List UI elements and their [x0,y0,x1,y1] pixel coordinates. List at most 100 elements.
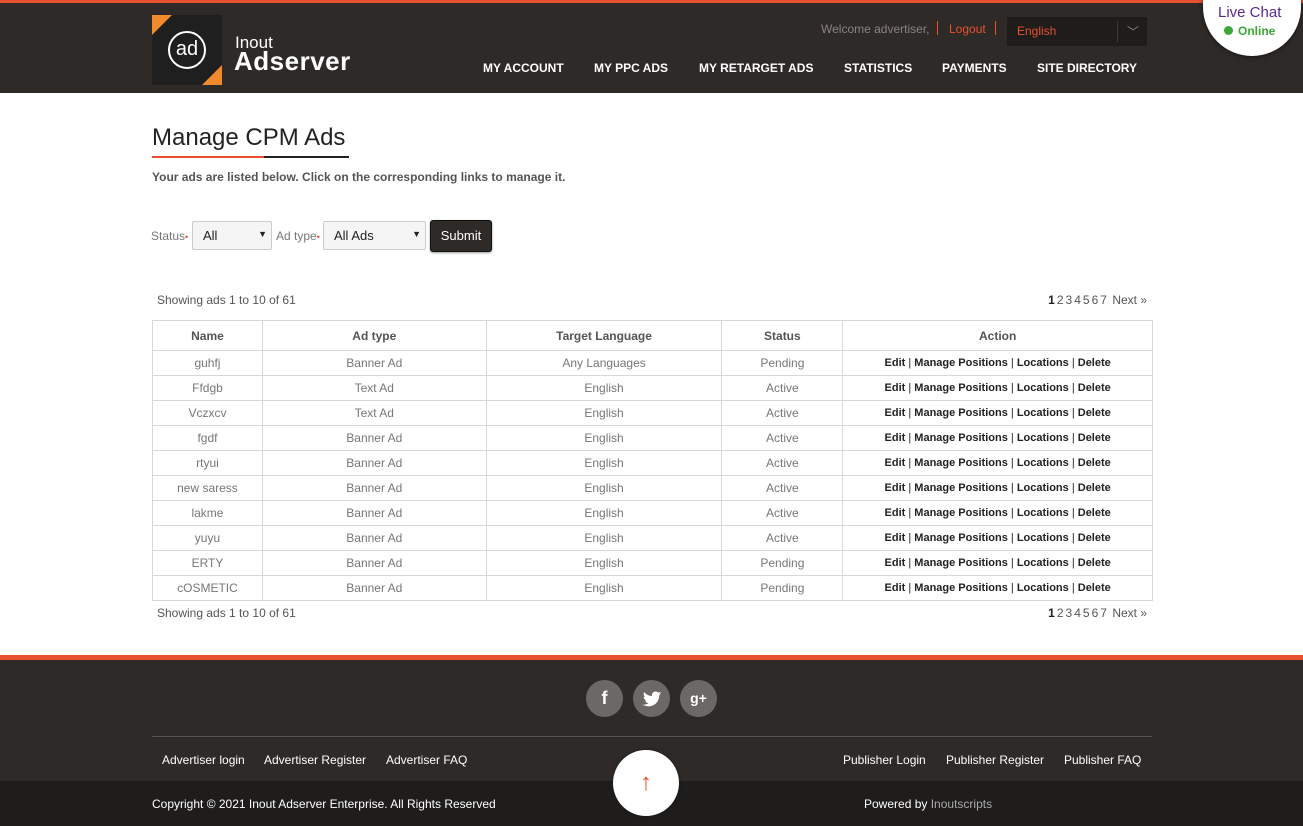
logo-mark[interactable]: ad [152,15,222,85]
locations-link[interactable]: Locations [1017,557,1069,569]
chevron-down-icon: ﹀ [1127,25,1140,39]
locations-link[interactable]: Locations [1017,507,1069,519]
locations-link[interactable]: Locations [1017,482,1069,494]
advertiser-login-link[interactable]: Advertiser login [162,753,245,767]
edit-link[interactable]: Edit [885,407,906,419]
column-header-target-language: Target Language [485,320,723,351]
cell-status: Pending [721,550,844,576]
nav-payments[interactable]: PAYMENTS [942,61,1007,75]
locations-link[interactable]: Locations [1017,457,1069,469]
action-separator: | [1007,557,1017,569]
manage-positions-link[interactable]: Manage Positions [914,507,1008,519]
delete-link[interactable]: Delete [1078,507,1111,519]
action-separator: | [1007,382,1017,394]
cell-actions: Edit | Manage Positions | Locations | De… [842,550,1153,576]
page-link-1[interactable]: 1 [1048,293,1055,307]
action-separator: | [1068,482,1078,494]
publisher-register-link[interactable]: Publisher Register [946,753,1044,767]
delete-link[interactable]: Delete [1078,532,1111,544]
page-link-4[interactable]: 4 [1074,606,1081,620]
locations-link[interactable]: Locations [1017,407,1069,419]
manage-positions-link[interactable]: Manage Positions [914,532,1008,544]
nav-my-retarget-ads[interactable]: MY RETARGET ADS [699,61,813,75]
locations-link[interactable]: Locations [1017,532,1069,544]
cell-status: Active [721,475,844,501]
page-link-3[interactable]: 3 [1066,293,1073,307]
action-separator: | [1068,582,1078,594]
cell-name: Vczxcv [152,400,263,426]
cell-target-language: English [485,375,723,401]
delete-link[interactable]: Delete [1078,432,1111,444]
facebook-icon[interactable]: f [586,680,623,717]
locations-link[interactable]: Locations [1017,432,1069,444]
manage-positions-link[interactable]: Manage Positions [914,407,1008,419]
delete-link[interactable]: Delete [1078,382,1111,394]
edit-link[interactable]: Edit [885,432,906,444]
publisher-login-link[interactable]: Publisher Login [843,753,926,767]
delete-link[interactable]: Delete [1078,582,1111,594]
page-link-5[interactable]: 5 [1083,606,1090,620]
action-separator: | [1068,382,1078,394]
nav-my-account[interactable]: MY ACCOUNT [483,61,564,75]
edit-link[interactable]: Edit [885,532,906,544]
nav-my-ppc-ads[interactable]: MY PPC ADS [594,61,668,75]
page-link-1[interactable]: 1 [1048,606,1055,620]
delete-link[interactable]: Delete [1078,482,1111,494]
action-separator: | [1007,507,1017,519]
cell-name: yuyu [152,525,263,551]
page-link-6[interactable]: 6 [1092,293,1099,307]
edit-link[interactable]: Edit [885,457,906,469]
table-row: Vczxcv Text Ad English Active Edit | Manage … [152,400,1153,426]
page-link-7[interactable]: 7 [1100,293,1107,307]
page-link-3[interactable]: 3 [1066,606,1073,620]
manage-positions-link[interactable]: Manage Positions [914,432,1008,444]
advertiser-faq-link[interactable]: Advertiser FAQ [386,753,467,767]
manage-positions-link[interactable]: Manage Positions [914,382,1008,394]
action-separator: | [905,432,915,444]
delete-link[interactable]: Delete [1078,407,1111,419]
edit-link[interactable]: Edit [885,507,906,519]
logout-link[interactable]: Logout [949,22,986,36]
action-separator: | [1068,507,1078,519]
edit-link[interactable]: Edit [885,582,906,594]
action-separator: | [905,457,915,469]
page-link-5[interactable]: 5 [1083,293,1090,307]
next-page-link[interactable]: Next » [1112,606,1147,620]
submit-button[interactable]: Submit [430,220,492,252]
twitter-icon[interactable] [633,680,670,717]
manage-positions-link[interactable]: Manage Positions [914,482,1008,494]
locations-link[interactable]: Locations [1017,582,1069,594]
locations-link[interactable]: Locations [1017,382,1069,394]
edit-link[interactable]: Edit [885,357,906,369]
page-link-6[interactable]: 6 [1092,606,1099,620]
manage-positions-link[interactable]: Manage Positions [914,557,1008,569]
page-link-2[interactable]: 2 [1057,293,1064,307]
manage-positions-link[interactable]: Manage Positions [914,457,1008,469]
delete-link[interactable]: Delete [1078,457,1111,469]
page-link-2[interactable]: 2 [1057,606,1064,620]
publisher-faq-link[interactable]: Publisher FAQ [1064,753,1141,767]
language-select[interactable]: English ﹀ [1007,17,1147,46]
next-page-link[interactable]: Next » [1112,293,1147,307]
action-separator: | [1007,357,1017,369]
delete-link[interactable]: Delete [1078,557,1111,569]
adtype-filter-select[interactable]: All Ads ▼ [323,221,426,250]
nav-statistics[interactable]: STATISTICS [844,61,912,75]
advertiser-register-link[interactable]: Advertiser Register [264,753,366,767]
status-filter-select[interactable]: All ▼ [192,221,272,250]
edit-link[interactable]: Edit [885,557,906,569]
edit-link[interactable]: Edit [885,382,906,394]
delete-link[interactable]: Delete [1078,357,1111,369]
page-link-4[interactable]: 4 [1074,293,1081,307]
locations-link[interactable]: Locations [1017,357,1069,369]
manage-positions-link[interactable]: Manage Positions [914,357,1008,369]
scroll-top-arrow-icon[interactable]: ↑ [613,750,679,816]
edit-link[interactable]: Edit [885,482,906,494]
google-plus-icon[interactable]: g+ [680,680,717,717]
nav-site-directory[interactable]: SITE DIRECTORY [1037,61,1137,75]
page-link-7[interactable]: 7 [1100,606,1107,620]
manage-positions-link[interactable]: Manage Positions [914,582,1008,594]
cell-actions: Edit | Manage Positions | Locations | De… [842,350,1153,376]
cell-name: new saress [152,475,263,501]
inoutscripts-link[interactable]: Inoutscripts [931,797,992,811]
